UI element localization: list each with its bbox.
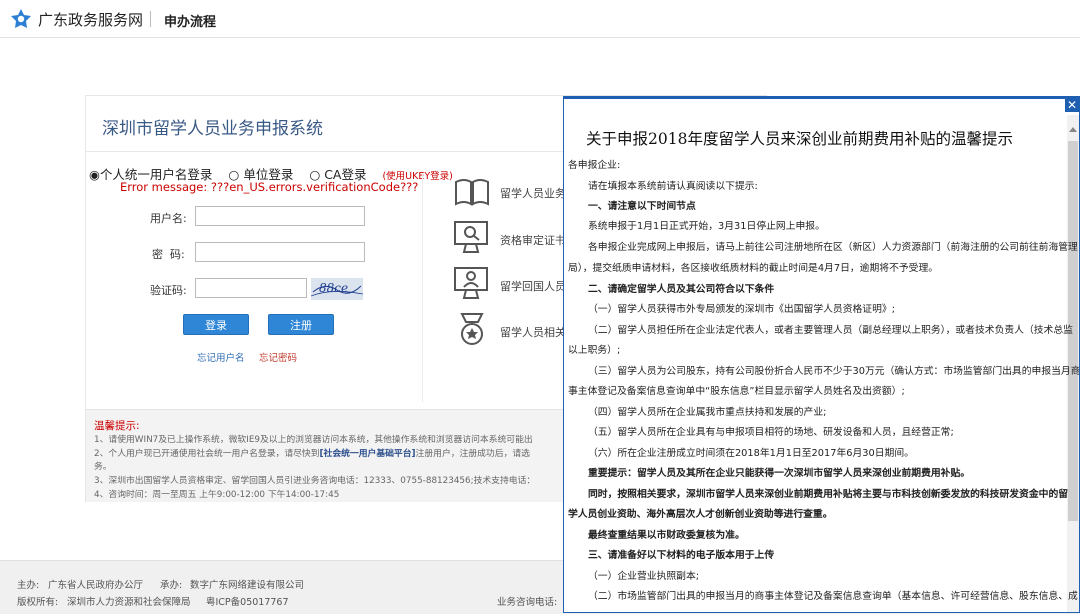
notice-para-6: 二、请确定留学人员及其公司符合以下条件	[588, 284, 775, 295]
system-title: 深圳市留学人员业务申报系统	[102, 119, 323, 139]
notice-para-9: 以上职务）;	[568, 345, 621, 356]
tip-line-1: 1、请使用WIN7及已上操作系统，微软IE9及以上的浏览器访问本系统，其他操作系…	[94, 435, 533, 445]
close-icon[interactable]: ✕	[1065, 99, 1079, 112]
forgot-password-link[interactable]: 忘记密码	[259, 350, 297, 364]
side-item-label-2[interactable]: 资格审定证书	[500, 232, 566, 248]
username-input[interactable]	[195, 206, 365, 226]
notice-para-19: 三、请准备好以下材料的电子版本用于上传	[588, 550, 775, 561]
tip-line-3: 3、深圳市出国留学人员资格审定、留学回国人员引进业务咨询电话：12333、075…	[94, 476, 536, 486]
captcha-image[interactable]: 88ce	[311, 278, 363, 300]
captcha-input[interactable]	[195, 278, 307, 298]
footer-undertake: 数字广东网络建设有限公司	[190, 580, 305, 591]
side-item-label-4[interactable]: 留学人员相关	[500, 324, 566, 340]
monitor-user-icon[interactable]	[452, 264, 492, 304]
password-input[interactable]	[195, 242, 365, 262]
unified-platform-link[interactable]: [社会统一用户基础平台]	[320, 449, 416, 459]
header-divider	[150, 11, 151, 27]
error-message: Error message: ???en_US.errors.verificat…	[120, 180, 419, 194]
password-label: 密 码:	[152, 248, 185, 261]
side-item-label-1[interactable]: 留学人员业务	[500, 185, 566, 201]
register-button[interactable]: 注册	[268, 314, 334, 335]
notice-para-7: （一）留学人员获得市外专局颁发的深圳市《出国留学人员资格证明》;	[588, 304, 896, 315]
tip-line-2-tail: 注册用户，注册成功后，请选	[415, 449, 530, 459]
notice-para-3: 系统申报于1月1日正式开始，3月31日停止网上申报。	[588, 221, 825, 232]
section-title: 申办流程	[164, 15, 217, 30]
notice-para-13: （五）留学人员所在企业具有与申报项目相符的场地、研发设备和人员，且经营正常;	[588, 427, 954, 438]
notice-para-17: 学人员创业资助、海外高层次人才创新创业资助等进行查重。	[568, 509, 833, 520]
notice-para-8: （二）留学人员担任所在企业法定代表人，或者主要管理人员（副总经理以上职务），或者…	[588, 325, 1073, 336]
notice-para-16: 同时，按照相关要求，深圳市留学人员来深创业前期费用补贴将主要与市科技创新委发放的…	[588, 489, 1069, 500]
notice-para-11: 事主体登记及备案信息查询单中“股东信息”栏目显示留学人员姓名及出资额）;	[568, 386, 905, 397]
footer-host: 广东省人民政府办公厅	[48, 580, 144, 591]
notice-para-1: 请在填报本系统前请认真阅读以下提示:	[588, 181, 758, 192]
notice-para-14: （六）所在企业注册成立时间须在2018年1月1日至2017年6月30日期间。	[588, 448, 914, 459]
tip-line-2: 2、个人用户现已开通使用社会统一用户名登录，请尽快到[社会统一用户基础平台]注册…	[94, 446, 564, 459]
scroll-up-icon[interactable]	[1069, 127, 1077, 132]
notice-para-4: 各申报企业完成网上申报后，请马上前往公司注册地所在区（新区）人力资源部门（前海注…	[588, 242, 1078, 253]
notice-para-15: 重要提示：留学人员及其所在企业只能获得一次深圳市留学人员来深创业前期费用补贴。	[588, 468, 971, 479]
footer-host-label: 主办:	[17, 580, 40, 591]
top-header: 广东政务服务网 申办流程	[0, 0, 1080, 38]
tip-line-4: 4、咨询时间：周一至周五 上午9:00-12:00 下午14:00-17:45	[94, 490, 340, 500]
tip-line-2b: 务。	[94, 462, 112, 472]
forgot-username-link[interactable]: 忘记用户名	[197, 350, 245, 364]
monitor-search-icon[interactable]	[452, 218, 492, 258]
footer-undertake-label: 承办:	[160, 580, 183, 591]
notice-para-10: （三）留学人员为公司股东，持有公司股份折合人民币不少于30万元（确认方式：市场监…	[588, 366, 1080, 377]
notice-para-21: （二）市场监管部门出具的申报当月的商事主体登记及备案信息查询单（基本信息、许可经…	[588, 591, 1078, 602]
site-name[interactable]: 广东政务服务网	[38, 9, 143, 30]
notice-para-18: 最终查重结果以市财政委复核为准。	[588, 530, 745, 541]
tips-title: 温馨提示:	[94, 420, 140, 432]
footer-hotline: 业务咨询电话:	[497, 597, 558, 608]
notice-modal: ✕ 关于申报2018年度留学人员来深创业前期费用补贴的温馨提示 各申报企业: 请…	[563, 96, 1080, 613]
guangdong-logo-icon[interactable]	[10, 8, 32, 30]
captcha-label: 验证码:	[150, 284, 187, 297]
book-icon[interactable]	[452, 172, 492, 212]
username-label: 用户名:	[150, 212, 187, 225]
notice-para-2: 一、请注意以下时间节点	[588, 201, 696, 212]
notice-title: 关于申报2018年度留学人员来深创业前期费用补贴的温馨提示	[586, 130, 1013, 148]
tip-line-2-text: 2、个人用户现已开通使用社会统一用户名登录，请尽快到	[94, 449, 320, 459]
notice-para-5: 局），提交纸质申请材料，各区接收纸质材料的截止时间是4月7日，逾期将不予受理。	[568, 263, 939, 274]
login-button[interactable]: 登录	[183, 314, 249, 335]
footer-icp[interactable]: 粤ICP备05017767	[206, 594, 289, 608]
notice-para-12: （四）留学人员所在企业属我市重点扶持和发展的产业;	[588, 407, 827, 418]
captcha-text: 88ce	[319, 281, 349, 295]
notice-para-0: 各申报企业:	[568, 160, 621, 171]
side-item-label-3[interactable]: 留学回国人员	[500, 278, 566, 294]
footer-copyright: 深圳市人力资源和社会保障局	[67, 597, 191, 608]
notice-para-20: （一）企业营业执照副本;	[588, 571, 700, 582]
footer-copyright-label: 版权所有:	[17, 597, 59, 608]
panel-divider	[422, 174, 423, 402]
medal-icon[interactable]	[452, 310, 492, 350]
